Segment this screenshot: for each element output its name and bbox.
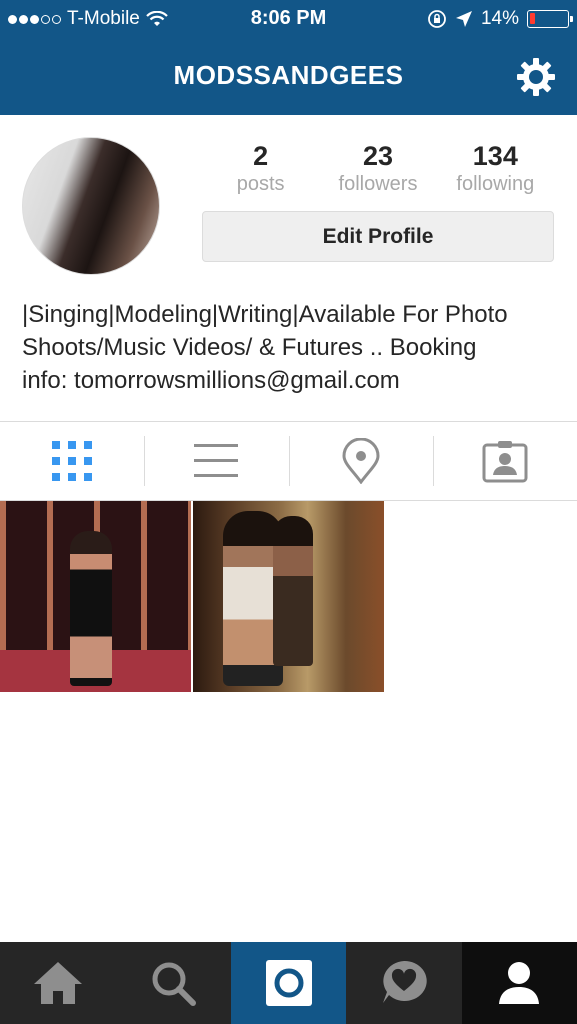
profile-stats: 2 posts 23 followers 134 following [202, 140, 554, 196]
nav-activity[interactable] [346, 942, 462, 1024]
username-title: MODSSANDGEES [173, 60, 404, 90]
followers-count: 23 [362, 141, 394, 171]
status-right: 14% [427, 8, 573, 30]
profile-view-tabs [0, 421, 577, 501]
followers-stat[interactable]: 23 followers [319, 140, 436, 196]
tagged-photos-icon [482, 441, 528, 483]
tab-tagged[interactable] [432, 422, 577, 500]
nav-camera[interactable] [231, 942, 346, 1024]
nav-profile[interactable] [461, 942, 577, 1024]
following-stat[interactable]: 134 following [437, 140, 554, 196]
activity-heart-icon [382, 960, 427, 1003]
home-icon [33, 962, 82, 1004]
posts-label: posts [236, 173, 285, 195]
photo-grid [0, 501, 384, 692]
tab-location[interactable] [288, 422, 433, 500]
location-arrow-icon [455, 11, 472, 27]
bio-line: Shoots/Music Videos/ & Futures .. Bookin… [22, 334, 477, 361]
settings-button[interactable] [515, 56, 557, 98]
rotation-lock-icon [428, 10, 446, 28]
camera-icon [265, 960, 312, 1006]
battery-icon [527, 10, 573, 28]
grid-icon [52, 441, 93, 481]
bio-line: |Singing|Modeling|Writing|Available For … [22, 301, 508, 328]
gear-icon [517, 58, 555, 96]
posts-stat[interactable]: 2 posts [202, 140, 319, 196]
battery-percent: 14% [480, 8, 519, 29]
avatar[interactable] [22, 137, 160, 275]
tab-list[interactable] [144, 422, 288, 500]
following-label: following [456, 173, 535, 195]
bio-line: info: tomorrowsmillions@gmail.com [22, 367, 400, 394]
battery-level [530, 13, 535, 24]
nav-search[interactable] [116, 942, 232, 1024]
profile-icon [499, 962, 540, 1004]
list-icon [194, 444, 239, 477]
edit-profile-button[interactable]: Edit Profile [202, 211, 554, 262]
profile-header: MODSSANDGEES [0, 38, 577, 115]
photo-thumbnail[interactable] [193, 501, 384, 692]
posts-count: 2 [253, 141, 269, 171]
nav-home[interactable] [0, 942, 116, 1024]
search-icon [152, 962, 197, 1006]
bottom-nav [0, 942, 577, 1024]
location-pin-icon [342, 438, 380, 484]
following-count: 134 [472, 141, 518, 171]
followers-label: followers [338, 173, 418, 195]
photo-thumbnail[interactable] [0, 501, 191, 692]
tab-grid[interactable] [0, 422, 144, 500]
status-bar: T-Mobile 8:06 PM 14% [0, 0, 577, 38]
profile-bio: |Singing|Modeling|Writing|Available For … [22, 298, 562, 397]
